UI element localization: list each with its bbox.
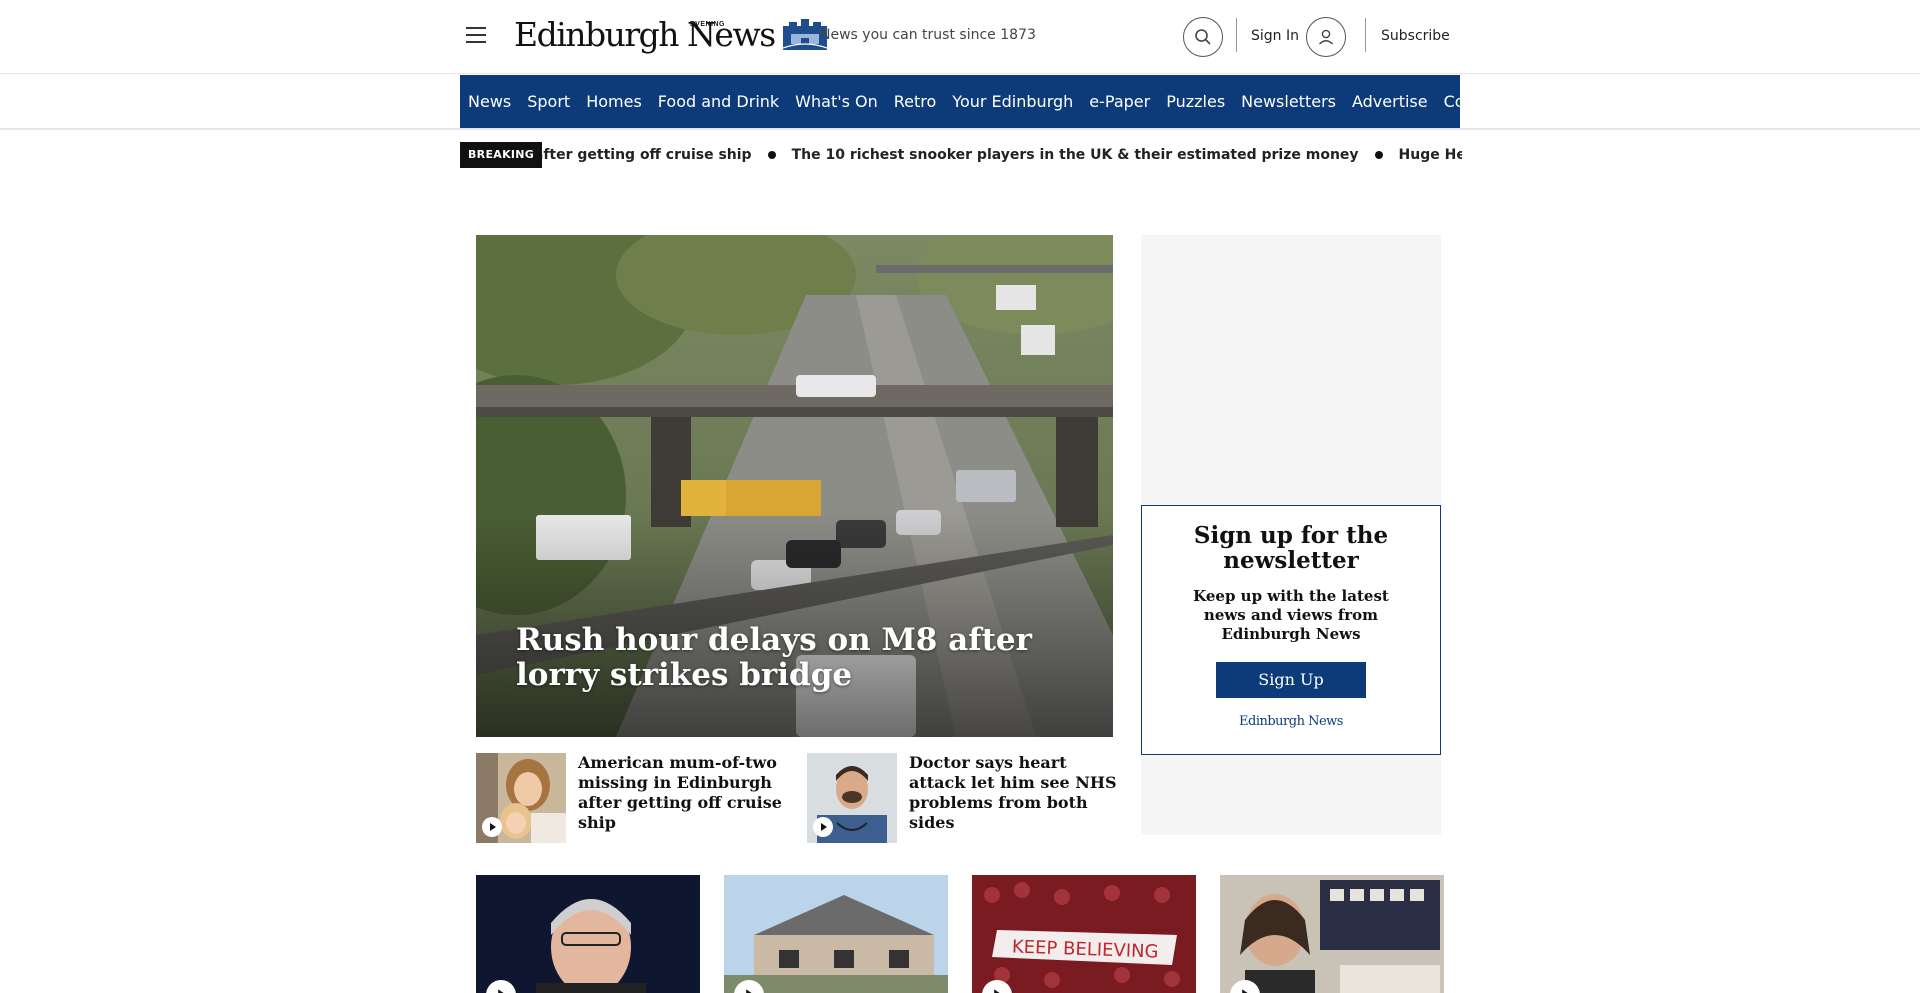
story-card[interactable]: KEEP BELIEVING	[972, 875, 1196, 993]
nav-item-food-and-drink[interactable]: Food and Drink	[658, 92, 779, 111]
subscribe-link[interactable]: Subscribe	[1381, 28, 1450, 44]
ticker-item[interactable]: urgh after getting off cruise ship	[542, 147, 751, 163]
sign-in-link[interactable]: Sign In	[1251, 28, 1299, 44]
nav-item-contact[interactable]: Contact	[1444, 92, 1460, 111]
video-play-icon	[813, 817, 833, 837]
ticker-items: urgh after getting off cruise ship The 1…	[542, 142, 1462, 168]
nav-item-whats-on[interactable]: What's On	[795, 92, 878, 111]
main-navigation: News Sport Homes Food and Drink What's O…	[460, 75, 1460, 128]
ticker-track: urgh after getting off cruise ship The 1…	[542, 142, 1462, 168]
nav-item-advertise[interactable]: Advertise	[1352, 92, 1428, 111]
site-logo[interactable]: Edinburgh News EVENING	[514, 15, 829, 55]
newsletter-description: Keep up with the latest news and views f…	[1193, 587, 1389, 643]
nav-item-puzzles[interactable]: Puzzles	[1166, 92, 1225, 111]
ticker-separator	[1374, 151, 1383, 159]
breaking-badge: BREAKING	[460, 142, 543, 168]
story-card[interactable]	[724, 875, 948, 993]
nav-item-newsletters[interactable]: Newsletters	[1241, 92, 1336, 111]
nav-item-retro[interactable]: Retro	[894, 92, 937, 111]
nav-item-news[interactable]: News	[468, 92, 511, 111]
video-play-icon	[482, 817, 502, 837]
hamburger-menu-icon[interactable]	[466, 27, 490, 47]
story-thumbnail: KEEP BELIEVING	[972, 875, 1196, 993]
newsletter-logo: Edinburgh News	[1239, 714, 1343, 729]
header-divider	[1365, 18, 1366, 52]
story-thumbnail	[807, 753, 897, 843]
hero-story[interactable]: Rush hour delays on M8 after lorry strik…	[476, 235, 1113, 737]
story-headline[interactable]: American mum-of-two missing in Edinburgh…	[578, 753, 786, 833]
newsletter-signup-button[interactable]: Sign Up	[1216, 662, 1366, 698]
breaking-news-ticker: BREAKING urgh after getting off cruise s…	[460, 142, 1462, 168]
logo-evening: EVENING	[690, 21, 726, 28]
user-icon[interactable]	[1306, 17, 1346, 57]
site-tagline: News you can trust since 1873	[820, 27, 1036, 43]
story-card[interactable]	[1220, 875, 1444, 993]
story-thumbnail	[476, 875, 700, 993]
nav-item-homes[interactable]: Homes	[586, 92, 642, 111]
ticker-separator	[767, 151, 776, 159]
header-divider	[1236, 18, 1237, 52]
nav-item-your-edinburgh[interactable]: Your Edinburgh	[952, 92, 1073, 111]
story-card[interactable]	[476, 875, 700, 993]
story-thumbnail	[724, 875, 948, 993]
main-navigation-bar: News Sport Homes Food and Drink What's O…	[0, 75, 1920, 130]
story-headline[interactable]: Doctor says heart attack let him see NHS…	[909, 753, 1117, 833]
search-icon[interactable]	[1183, 17, 1223, 57]
story-card[interactable]: American mum-of-two missing in Edinburgh…	[476, 753, 786, 843]
hero-headline[interactable]: Rush hour delays on M8 after lorry strik…	[516, 623, 1076, 693]
logo-text: Edinburgh News	[514, 15, 776, 54]
nav-item-e-paper[interactable]: e-Paper	[1089, 92, 1150, 111]
nav-item-sport[interactable]: Sport	[527, 92, 570, 111]
site-header: Edinburgh News EVENING News you can trus…	[0, 0, 1920, 74]
ticker-item[interactable]: Huge Hearts support l	[1399, 147, 1462, 163]
newsletter-title: Sign up for the newsletter	[1193, 522, 1389, 574]
story-thumbnail	[476, 753, 566, 843]
ticker-item[interactable]: The 10 richest snooker players in the UK…	[792, 147, 1359, 163]
story-card[interactable]: Doctor says heart attack let him see NHS…	[807, 753, 1117, 843]
newsletter-signup-box: Sign up for the newsletter Keep up with …	[1141, 505, 1441, 755]
story-thumbnail	[1220, 875, 1444, 993]
